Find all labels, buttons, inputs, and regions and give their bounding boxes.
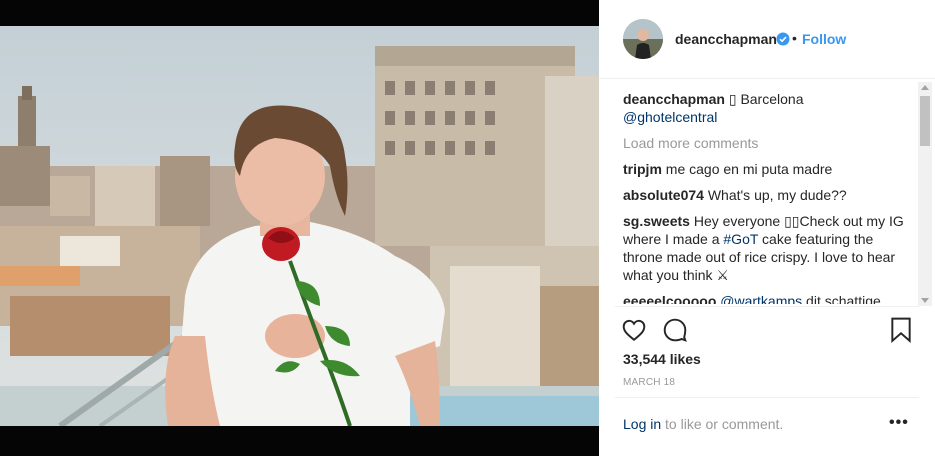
comment-item: absolute074 What's up, my dude?? xyxy=(623,186,913,204)
comment-item: sg.sweets Hey everyone ▯▯Check out my IG… xyxy=(623,212,913,284)
comment-item: tripjm me cago en mi puta madre xyxy=(623,160,913,178)
post-header: deancchapman • Follow xyxy=(599,0,935,79)
verified-badge-icon xyxy=(776,32,790,46)
post-sidebar: deancchapman • Follow deancchapman ▯ Bar… xyxy=(599,0,935,456)
likes-count[interactable]: 33,544 likes xyxy=(623,351,701,367)
comment-username[interactable]: absolute074 xyxy=(623,187,704,203)
caption-mention[interactable]: @ghotelcentral xyxy=(623,109,717,125)
comment-text: me cago en mi puta madre xyxy=(665,161,833,177)
comment-text: dit schattige xyxy=(802,293,881,304)
actions-divider xyxy=(615,306,919,307)
comment-text: What's up, my dude?? xyxy=(707,187,847,203)
scroll-down-arrow-icon[interactable] xyxy=(921,298,929,303)
more-options-icon[interactable]: ••• xyxy=(889,414,909,432)
username[interactable]: deancchapman xyxy=(675,31,777,47)
load-more-comments[interactable]: Load more comments xyxy=(623,134,913,152)
heart-icon[interactable] xyxy=(621,317,647,343)
caption-emoji: ▯ xyxy=(728,91,737,107)
photo-area xyxy=(0,0,600,456)
caption-location: Barcelona xyxy=(740,91,804,107)
comment-hashtag[interactable]: #GoT xyxy=(723,231,758,247)
comment-mention[interactable]: @wartkamps xyxy=(720,293,802,304)
comments-list: deancchapman ▯ Barcelona @ghotelcentral … xyxy=(623,90,913,304)
post-photo-illustration xyxy=(0,26,600,426)
caption-username[interactable]: deancchapman xyxy=(623,91,725,107)
separator-dot: • xyxy=(792,30,797,46)
avatar-image xyxy=(623,19,663,59)
comment-username[interactable]: tripjm xyxy=(623,161,662,177)
avatar[interactable] xyxy=(623,19,663,59)
caption: deancchapman ▯ Barcelona @ghotelcentral xyxy=(623,90,913,126)
follow-button[interactable]: Follow xyxy=(802,31,846,47)
login-prompt-text: to like or comment. xyxy=(661,416,784,432)
post-date[interactable]: MARCH 18 xyxy=(623,377,675,388)
login-link[interactable]: Log in xyxy=(623,416,661,432)
comment-username[interactable]: sg.sweets xyxy=(623,213,690,229)
comment-username[interactable]: eeeeelcooooo xyxy=(623,293,716,304)
comment-item: eeeeelcooooo @wartkamps dit schattige xyxy=(623,292,913,304)
login-divider xyxy=(615,397,919,398)
comments-scrollbar[interactable] xyxy=(918,82,932,306)
scroll-up-arrow-icon[interactable] xyxy=(921,85,929,90)
comment-icon[interactable] xyxy=(662,317,688,343)
login-prompt: Log in to like or comment. xyxy=(623,416,783,432)
bookmark-icon[interactable] xyxy=(890,317,912,343)
scrollbar-thumb[interactable] xyxy=(920,96,930,146)
post-photo[interactable] xyxy=(0,26,600,426)
